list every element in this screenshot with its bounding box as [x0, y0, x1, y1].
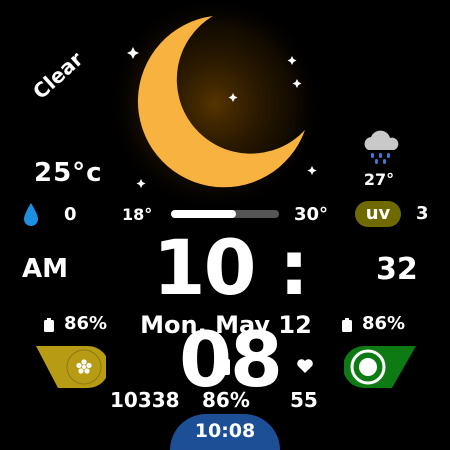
uv-index-value: 3 [416, 203, 429, 224]
battery-left-value: 86% [64, 313, 108, 334]
forecast-temperature: 27° [363, 170, 395, 189]
steps-value[interactable]: 10338 [110, 388, 180, 412]
battery-icon [218, 357, 230, 375]
record-icon [359, 358, 377, 376]
seconds-display: 32 [376, 252, 418, 287]
moon-icon [105, 0, 325, 210]
battery-icon [44, 318, 54, 332]
date-label[interactable]: Mon, May 12 [140, 311, 312, 339]
water-drop-icon [24, 203, 38, 226]
bottom-time-label: 10:08 [194, 420, 256, 442]
battery-right-value: 86% [362, 313, 406, 334]
heart-rate-value[interactable]: 55 [290, 388, 318, 412]
uv-badge: uv [355, 201, 401, 227]
cloud-rain-icon [364, 130, 399, 164]
temperature-range-bar [171, 210, 279, 218]
heart-icon [297, 359, 313, 373]
temperature-range-fill [171, 210, 236, 218]
current-temperature[interactable]: 25°c [34, 158, 103, 188]
weather-condition-label: Clear [28, 46, 88, 104]
precipitation-value: 0 [64, 204, 77, 225]
battery-mid-value: 86% [202, 388, 250, 412]
battery-icon [342, 318, 352, 332]
am-pm-indicator: AM [22, 254, 68, 284]
app-shortcut-left[interactable] [36, 346, 106, 388]
app-shortcut-right[interactable] [344, 346, 416, 388]
